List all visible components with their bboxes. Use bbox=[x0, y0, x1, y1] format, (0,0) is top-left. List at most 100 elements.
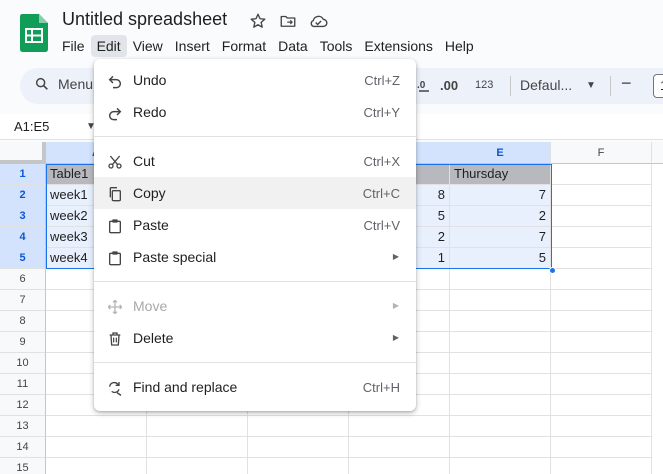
menu-item-paste-special[interactable]: Paste special ▶ bbox=[94, 241, 416, 273]
row-header-4[interactable]: 4 bbox=[0, 227, 46, 248]
cell-a13[interactable] bbox=[46, 416, 147, 437]
menu-item-delete[interactable]: Delete ▶ bbox=[94, 322, 416, 354]
menu-tools[interactable]: Tools bbox=[314, 35, 359, 57]
cell-a14[interactable] bbox=[46, 437, 147, 458]
menu-edit[interactable]: Edit bbox=[90, 35, 127, 57]
font-family-select[interactable]: Defaul... bbox=[520, 77, 572, 93]
menu-help[interactable]: Help bbox=[439, 35, 480, 57]
row-header-5[interactable]: 5 bbox=[0, 248, 46, 269]
cell-e2[interactable]: 7 bbox=[450, 185, 551, 206]
cell-c13[interactable] bbox=[248, 416, 349, 437]
cell-f15[interactable] bbox=[551, 458, 652, 474]
name-box[interactable]: A1:E5 bbox=[14, 119, 49, 134]
menu-item-paste[interactable]: Paste Ctrl+V bbox=[94, 209, 416, 241]
menu-format[interactable]: Format bbox=[216, 35, 272, 57]
cell-e12[interactable] bbox=[450, 395, 551, 416]
menu-insert[interactable]: Insert bbox=[169, 35, 216, 57]
cell-f9[interactable] bbox=[551, 332, 652, 353]
menu-item-redo[interactable]: Redo Ctrl+Y bbox=[94, 96, 416, 128]
menu-item-undo[interactable]: Undo Ctrl+Z bbox=[94, 64, 416, 96]
cell-b14[interactable] bbox=[147, 437, 248, 458]
cell-e10[interactable] bbox=[450, 353, 551, 374]
cell-e1[interactable]: Thursday bbox=[450, 164, 551, 185]
menu-file[interactable]: File bbox=[56, 35, 91, 57]
row-header-11[interactable]: 11 bbox=[0, 374, 46, 395]
cell-c15[interactable] bbox=[248, 458, 349, 474]
cell-b15[interactable] bbox=[147, 458, 248, 474]
row-header-10[interactable]: 10 bbox=[0, 353, 46, 374]
cell-f1[interactable] bbox=[551, 164, 652, 185]
increase-decimal-button[interactable]: .00 bbox=[440, 78, 458, 93]
move-folder-icon[interactable] bbox=[278, 11, 298, 31]
decrease-decimal-button[interactable]: .0 bbox=[415, 78, 435, 97]
menu-item-label: Paste special bbox=[133, 249, 217, 265]
row-header-3[interactable]: 3 bbox=[0, 206, 46, 227]
cell-b13[interactable] bbox=[147, 416, 248, 437]
cell-f11[interactable] bbox=[551, 374, 652, 395]
cell-e7[interactable] bbox=[450, 290, 551, 311]
row-header-2[interactable]: 2 bbox=[0, 185, 46, 206]
fill-handle[interactable] bbox=[549, 267, 556, 274]
cell-f13[interactable] bbox=[551, 416, 652, 437]
sheets-logo-icon[interactable] bbox=[20, 14, 48, 52]
row-header-9[interactable]: 9 bbox=[0, 332, 46, 353]
star-icon[interactable] bbox=[248, 11, 268, 31]
cell-e5[interactable]: 5 bbox=[450, 248, 551, 269]
cell-e11[interactable] bbox=[450, 374, 551, 395]
row-header-7[interactable]: 7 bbox=[0, 290, 46, 311]
cell-e9[interactable] bbox=[450, 332, 551, 353]
menu-view[interactable]: View bbox=[127, 35, 169, 57]
cell-d15[interactable] bbox=[349, 458, 450, 474]
cell-f10[interactable] bbox=[551, 353, 652, 374]
cell-e8[interactable] bbox=[450, 311, 551, 332]
cell-f4[interactable] bbox=[551, 227, 652, 248]
column-header-g[interactable] bbox=[652, 142, 663, 164]
font-size-input[interactable]: 10 bbox=[653, 74, 663, 98]
cell-e4[interactable]: 7 bbox=[450, 227, 551, 248]
cell-f2[interactable] bbox=[551, 185, 652, 206]
row-header-12[interactable]: 12 bbox=[0, 395, 46, 416]
cell-f14[interactable] bbox=[551, 437, 652, 458]
row-header-8[interactable]: 8 bbox=[0, 311, 46, 332]
menu-data[interactable]: Data bbox=[272, 35, 314, 57]
column-header-e[interactable]: E bbox=[450, 142, 551, 164]
cell-d13[interactable] bbox=[349, 416, 450, 437]
chevron-down-icon[interactable]: ▼ bbox=[586, 80, 596, 91]
row-header-14[interactable]: 14 bbox=[0, 437, 46, 458]
menu-divider bbox=[94, 281, 416, 282]
toolbar-divider bbox=[510, 76, 511, 96]
menu-item-label: Cut bbox=[133, 153, 155, 169]
menu-item-move[interactable]: Move ▶ bbox=[94, 290, 416, 322]
cell-f8[interactable] bbox=[551, 311, 652, 332]
row-header-6[interactable]: 6 bbox=[0, 269, 46, 290]
cell-e14[interactable] bbox=[450, 437, 551, 458]
cell-f6[interactable] bbox=[551, 269, 652, 290]
edit-menu-dropdown: Undo Ctrl+Z Redo Ctrl+Y Cut Ctrl+X Copy … bbox=[94, 59, 416, 411]
row-header-1[interactable]: 1 bbox=[0, 164, 46, 185]
cell-c14[interactable] bbox=[248, 437, 349, 458]
menu-item-shortcut: Ctrl+V bbox=[363, 218, 400, 233]
row-header-15[interactable]: 15 bbox=[0, 458, 46, 474]
document-title[interactable]: Untitled spreadsheet bbox=[62, 9, 227, 30]
menu-item-find-replace[interactable]: Find and replace Ctrl+H bbox=[94, 371, 416, 403]
menu-search[interactable]: Menu bbox=[34, 76, 93, 92]
select-all-corner[interactable] bbox=[0, 142, 46, 164]
cell-f5[interactable] bbox=[551, 248, 652, 269]
cell-f7[interactable] bbox=[551, 290, 652, 311]
cell-e6[interactable] bbox=[450, 269, 551, 290]
more-formats-button[interactable]: 123 bbox=[475, 79, 493, 91]
decrease-font-size-button[interactable]: − bbox=[621, 73, 632, 94]
row-header-13[interactable]: 13 bbox=[0, 416, 46, 437]
column-header-f[interactable]: F bbox=[551, 142, 652, 164]
menu-extensions[interactable]: Extensions bbox=[358, 35, 438, 57]
cell-e15[interactable] bbox=[450, 458, 551, 474]
cloud-status-icon[interactable] bbox=[308, 11, 328, 31]
cell-f3[interactable] bbox=[551, 206, 652, 227]
cell-e13[interactable] bbox=[450, 416, 551, 437]
menu-item-cut[interactable]: Cut Ctrl+X bbox=[94, 145, 416, 177]
menu-item-copy[interactable]: Copy Ctrl+C bbox=[94, 177, 416, 209]
cell-f12[interactable] bbox=[551, 395, 652, 416]
cell-e3[interactable]: 2 bbox=[450, 206, 551, 227]
cell-a15[interactable] bbox=[46, 458, 147, 474]
cell-d14[interactable] bbox=[349, 437, 450, 458]
